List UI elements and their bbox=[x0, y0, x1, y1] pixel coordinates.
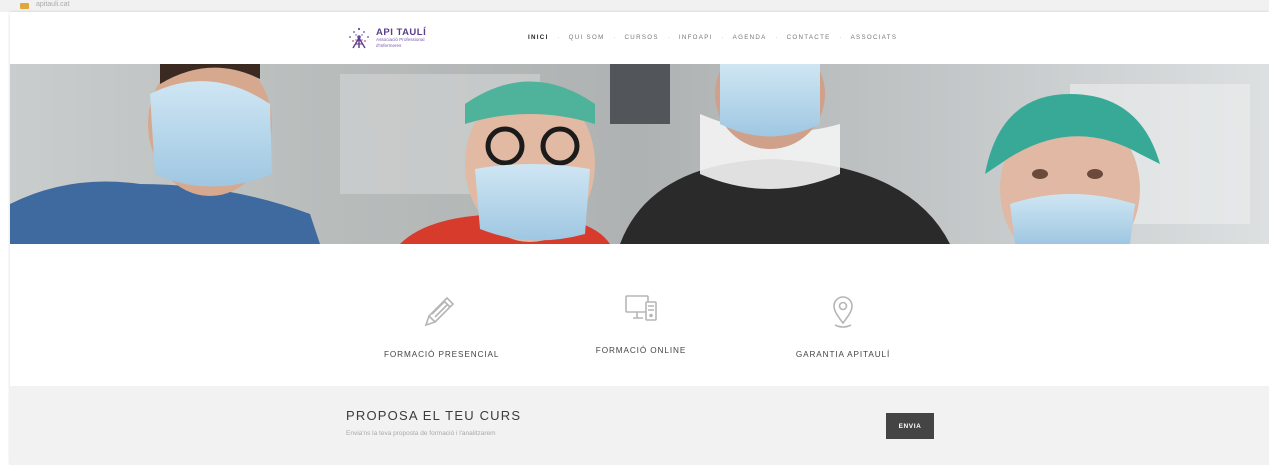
main-nav: INICI · QUI SOM · CURSOS · INFOAPI · AGE… bbox=[528, 34, 897, 41]
page-frame: API TAULÍ Associació Professional d'Infe… bbox=[10, 12, 1269, 465]
features-section: FORMACIÓ PRESENCIAL FORMACIÓ ONLINE GARA… bbox=[10, 244, 1269, 386]
logo-star-icon bbox=[346, 26, 372, 50]
pencil-icon bbox=[419, 292, 459, 332]
feature-label: FORMACIÓ PRESENCIAL bbox=[384, 350, 500, 359]
nav-item-cursos[interactable]: CURSOS bbox=[625, 34, 659, 41]
nav-item-associats[interactable]: ASSOCIATS bbox=[851, 34, 898, 41]
logo-title: API TAULÍ bbox=[376, 26, 427, 38]
feature-label: GARANTIA APITAULÍ bbox=[795, 350, 891, 359]
site-logo[interactable]: API TAULÍ Associació Professional d'Infe… bbox=[346, 26, 426, 50]
feature-label: FORMACIÓ ONLINE bbox=[595, 346, 687, 355]
location-pin-icon bbox=[823, 292, 863, 332]
nav-item-inici[interactable]: INICI bbox=[528, 34, 549, 41]
computer-icon bbox=[621, 288, 661, 328]
nav-separator: · bbox=[557, 34, 560, 41]
cta-title: PROPOSA EL TEU CURS bbox=[346, 408, 522, 423]
feature-formacio-online[interactable]: FORMACIÓ ONLINE bbox=[586, 288, 696, 355]
nav-item-infoapi[interactable]: INFOAPI bbox=[679, 34, 713, 41]
browser-tab-title[interactable]: apitauli.cat bbox=[36, 1, 69, 8]
nav-separator: · bbox=[721, 34, 724, 41]
nav-separator: · bbox=[613, 34, 616, 41]
feature-garantia-apitauli[interactable]: GARANTIA APITAULÍ bbox=[788, 292, 898, 359]
propose-course-section: PROPOSA EL TEU CURS Envia'ns la teva pro… bbox=[10, 386, 1269, 465]
nav-item-contacte[interactable]: CONTACTE bbox=[787, 34, 831, 41]
cta-subtitle: Envia'ns la teva proposta de formació i … bbox=[346, 430, 496, 437]
logo-subtitle-line2: d'Infermeres bbox=[376, 42, 402, 48]
hero-banner-image bbox=[10, 64, 1269, 244]
nav-separator: · bbox=[839, 34, 842, 41]
site-header: API TAULÍ Associació Professional d'Infe… bbox=[10, 12, 1269, 64]
nav-separator: · bbox=[667, 34, 670, 41]
nav-item-agenda[interactable]: AGENDA bbox=[733, 34, 767, 41]
browser-tab-strip: apitauli.cat bbox=[0, 0, 1269, 12]
nav-separator: · bbox=[775, 34, 778, 41]
favicon-icon bbox=[20, 3, 29, 9]
nav-item-qui-som[interactable]: QUI SOM bbox=[569, 34, 605, 41]
feature-formacio-presencial[interactable]: FORMACIÓ PRESENCIAL bbox=[384, 292, 500, 359]
send-button[interactable]: ENVIA bbox=[886, 413, 934, 439]
